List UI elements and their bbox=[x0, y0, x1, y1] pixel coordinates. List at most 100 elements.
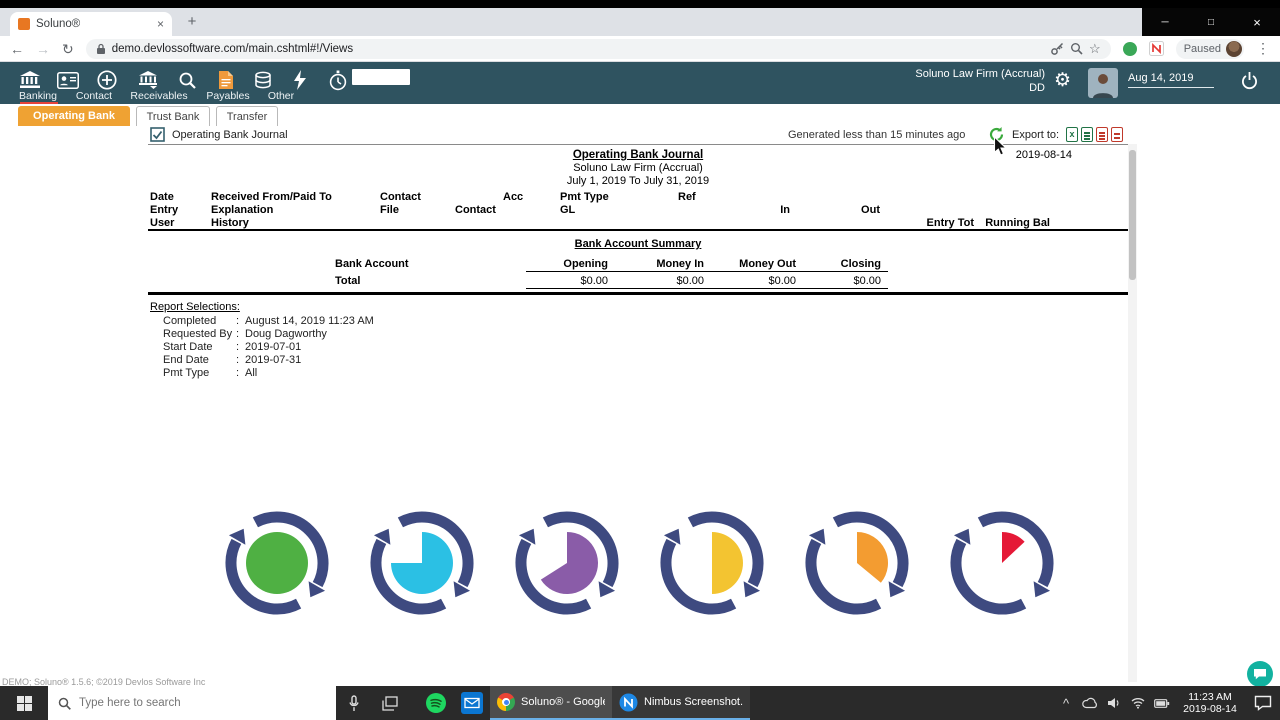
extension-green-icon[interactable] bbox=[1122, 41, 1137, 56]
col-contact-2: Contact bbox=[455, 204, 496, 216]
back-icon[interactable]: ← bbox=[10, 42, 24, 56]
logo-pie-eighth bbox=[943, 504, 1061, 625]
tray-cloud-icon[interactable] bbox=[1078, 686, 1102, 720]
chrome-icon bbox=[497, 693, 515, 711]
reload-icon[interactable]: ↻ bbox=[62, 42, 74, 56]
close-button[interactable]: × bbox=[1234, 8, 1280, 36]
nav-receivables[interactable]: Receivables bbox=[130, 90, 187, 102]
banking-icon[interactable] bbox=[18, 69, 42, 91]
date-field[interactable]: Aug 14, 2019 bbox=[1128, 72, 1214, 88]
summary-total-closing: $0.00 bbox=[853, 275, 881, 287]
selection-value: 2019-07-31 bbox=[245, 354, 302, 366]
action-center-icon[interactable] bbox=[1246, 686, 1280, 720]
receivables-icon[interactable] bbox=[136, 69, 160, 91]
vertical-scrollbar[interactable] bbox=[1128, 144, 1137, 682]
colon: : bbox=[236, 315, 240, 327]
colon: : bbox=[236, 328, 240, 340]
taskbar-app-soluno[interactable]: Soluno® - Google... bbox=[490, 686, 612, 720]
summary-col-money-in: Money In bbox=[656, 258, 704, 270]
nav-contact[interactable]: Contact bbox=[76, 90, 112, 102]
search-icon[interactable] bbox=[175, 69, 199, 91]
summary-col-closing: Closing bbox=[840, 258, 881, 270]
tray-volume-icon[interactable] bbox=[1102, 686, 1126, 720]
col-file: File bbox=[380, 204, 399, 216]
minimize-button[interactable]: ─ bbox=[1142, 8, 1188, 36]
tray-battery-icon[interactable] bbox=[1150, 686, 1174, 720]
timer-icon[interactable] bbox=[326, 69, 350, 91]
taskbar-clock[interactable]: 11:23 AM 2019-08-14 bbox=[1174, 686, 1246, 720]
browser-window: Soluno® × + ─ □ × ← → ↻ demo.devlossoftw… bbox=[0, 8, 1280, 688]
taskbar-search-input[interactable] bbox=[79, 697, 299, 709]
soluno-favicon-icon bbox=[18, 18, 30, 30]
user-initials: DD bbox=[1029, 82, 1045, 94]
tray-network-icon[interactable] bbox=[1126, 686, 1150, 720]
col-running-bal: Running Bal bbox=[985, 217, 1050, 229]
maximize-button[interactable]: □ bbox=[1188, 8, 1234, 36]
tab-trust-bank[interactable]: Trust Bank bbox=[136, 106, 210, 126]
colon: : bbox=[236, 341, 240, 353]
section-divider bbox=[148, 229, 1128, 231]
url-bar[interactable]: demo.devlossoftware.com/main.cshtml#!/Vi… bbox=[85, 38, 1111, 59]
clock-date: 2019-08-14 bbox=[1183, 703, 1237, 715]
other-icon[interactable] bbox=[251, 69, 275, 91]
task-view-icon[interactable] bbox=[372, 686, 408, 720]
export-pdf-icon[interactable] bbox=[1096, 127, 1108, 142]
paused-label: Paused bbox=[1183, 42, 1221, 55]
nav-banking[interactable]: Banking bbox=[19, 90, 57, 102]
add-icon[interactable] bbox=[95, 69, 119, 91]
quick-action-bolt-icon[interactable] bbox=[288, 69, 312, 91]
profile-paused-badge[interactable]: Paused bbox=[1175, 38, 1244, 59]
taskbar-app-nimbus[interactable]: Nimbus Screenshot... bbox=[612, 686, 750, 720]
start-button[interactable] bbox=[0, 686, 48, 720]
taskbar-search[interactable] bbox=[48, 686, 336, 720]
user-avatar[interactable] bbox=[1088, 68, 1118, 98]
zoom-icon[interactable] bbox=[1070, 42, 1083, 55]
tab-strip: Soluno® × + ─ □ × bbox=[0, 8, 1280, 36]
key-icon[interactable] bbox=[1050, 42, 1064, 56]
logo-pie-half bbox=[653, 504, 771, 625]
new-tab-button[interactable]: + bbox=[184, 14, 200, 30]
mail-icon[interactable] bbox=[454, 686, 490, 720]
nimbus-extension-icon[interactable] bbox=[1148, 41, 1164, 56]
gear-icon[interactable]: ⚙ bbox=[1054, 70, 1071, 92]
power-icon[interactable] bbox=[1240, 71, 1259, 96]
report-title: Operating Bank Journal bbox=[572, 149, 704, 161]
summary-underline bbox=[526, 271, 888, 272]
tray-expand-icon[interactable]: ^ bbox=[1054, 686, 1078, 720]
content-area: Operating Bank Journal Generated less th… bbox=[0, 126, 1280, 688]
tab-close-icon[interactable]: × bbox=[157, 18, 164, 30]
nav-payables[interactable]: Payables bbox=[206, 90, 249, 102]
selection-value: All bbox=[245, 367, 258, 379]
bookmark-star-icon[interactable]: ☆ bbox=[1089, 41, 1101, 57]
col-explanation: Explanation bbox=[211, 204, 274, 216]
selection-value: Doug Dagworthy bbox=[245, 328, 327, 340]
url-text: demo.devlossoftware.com/main.cshtml#!/Vi… bbox=[111, 42, 354, 55]
tab-title: Soluno® bbox=[36, 18, 81, 30]
selection-label: Completed bbox=[163, 315, 217, 327]
firm-name: Soluno Law Firm (Accrual) bbox=[915, 68, 1045, 80]
selection-label: End Date bbox=[163, 354, 209, 366]
report-period: July 1, 2019 To July 31, 2019 bbox=[566, 175, 710, 187]
firm-menu[interactable]: Soluno Law Firm (Accrual) DD bbox=[855, 67, 1045, 95]
export-excel-icon[interactable]: x bbox=[1066, 127, 1078, 142]
quick-search-input[interactable] bbox=[352, 69, 410, 85]
tab-transfer[interactable]: Transfer bbox=[216, 106, 278, 126]
summary-total-underline bbox=[526, 288, 888, 289]
forward-icon[interactable]: → bbox=[36, 42, 50, 56]
nav-other[interactable]: Other bbox=[268, 90, 294, 102]
payables-icon[interactable] bbox=[214, 69, 238, 91]
generated-text: Generated less than 15 minutes ago bbox=[788, 129, 966, 141]
colon: : bbox=[236, 354, 240, 366]
contact-icon[interactable] bbox=[56, 69, 80, 91]
browser-tab[interactable]: Soluno® × bbox=[10, 12, 172, 36]
export-csv-icon[interactable] bbox=[1081, 127, 1093, 142]
spotify-icon[interactable] bbox=[418, 686, 454, 720]
logo-pie-three-quarter bbox=[363, 504, 481, 625]
microphone-icon[interactable] bbox=[336, 686, 372, 720]
chat-widget-button[interactable] bbox=[1246, 660, 1274, 688]
taskbar: Soluno® - Google... Nimbus Screenshot...… bbox=[0, 686, 1280, 720]
tab-operating-bank[interactable]: Operating Bank bbox=[18, 106, 130, 126]
browser-menu-icon[interactable]: ⋮ bbox=[1256, 40, 1270, 57]
export-pdf-print-icon[interactable] bbox=[1111, 127, 1123, 142]
scrollbar-thumb[interactable] bbox=[1129, 150, 1136, 280]
